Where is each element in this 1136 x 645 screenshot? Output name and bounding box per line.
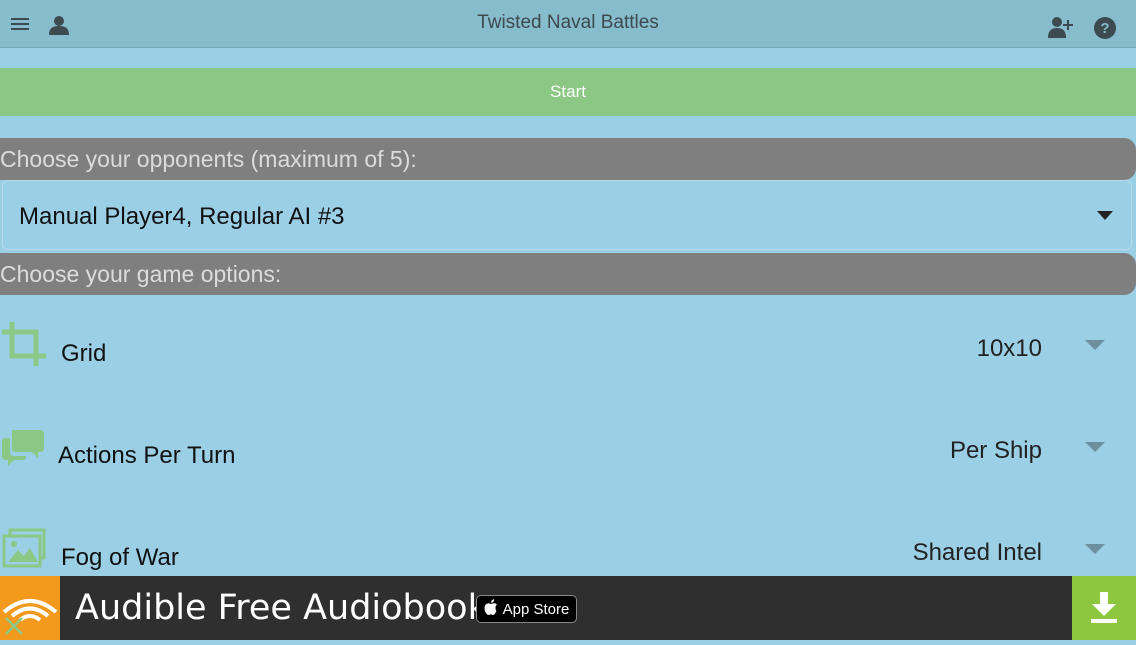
caret-down-icon — [1085, 544, 1105, 554]
opponents-select[interactable]: Manual Player4, Regular AI #3 — [2, 180, 1132, 250]
chat-bubbles-icon — [2, 426, 44, 471]
option-value-grid: 10x10 — [976, 335, 1042, 362]
options-heading-text: Choose your game options: — [0, 260, 282, 287]
apple-icon — [484, 599, 498, 619]
app-store-badge[interactable]: App Store — [476, 595, 577, 623]
start-button[interactable]: Start — [0, 68, 1136, 116]
option-row-actions-per-turn[interactable]: Actions Per Turn Per Ship — [0, 412, 1136, 492]
app-store-label: App Store — [502, 600, 570, 618]
add-user-icon[interactable] — [1047, 15, 1075, 39]
options-heading: Choose your game options: — [0, 253, 1136, 295]
caret-down-icon — [1097, 211, 1113, 220]
app-title: Twisted Naval Battles — [477, 12, 659, 33]
opponents-selected-value: Manual Player4, Regular AI #3 — [19, 203, 345, 230]
opponents-heading-text: Choose your opponents (maximum of 5): — [0, 145, 417, 172]
caret-down-icon — [1085, 340, 1105, 350]
option-value-fog-of-war: Shared Intel — [912, 539, 1042, 566]
opponents-heading: Choose your opponents (maximum of 5): — [0, 138, 1136, 180]
close-icon[interactable] — [2, 614, 26, 638]
option-value-actions-per-turn: Per Ship — [949, 437, 1042, 464]
caret-down-icon — [1085, 442, 1105, 452]
option-row-grid[interactable]: Grid 10x10 — [0, 310, 1136, 390]
download-icon[interactable] — [1072, 576, 1136, 640]
help-icon[interactable]: ? — [1092, 15, 1118, 41]
images-icon — [2, 528, 46, 573]
ad-text: Audible Free Audiobook. — [75, 588, 499, 628]
option-label-grid: Grid — [61, 340, 107, 367]
crop-icon — [2, 322, 46, 371]
option-label-fog-of-war: Fog of War — [61, 544, 179, 571]
ad-banner[interactable]: Audible Free Audiobook. App Store — [0, 576, 1136, 640]
option-label-actions-per-turn: Actions Per Turn — [58, 442, 236, 469]
app-header: Twisted Naval Battles ? — [0, 0, 1136, 48]
start-button-label: Start — [550, 82, 586, 101]
svg-text:?: ? — [1100, 20, 1109, 37]
